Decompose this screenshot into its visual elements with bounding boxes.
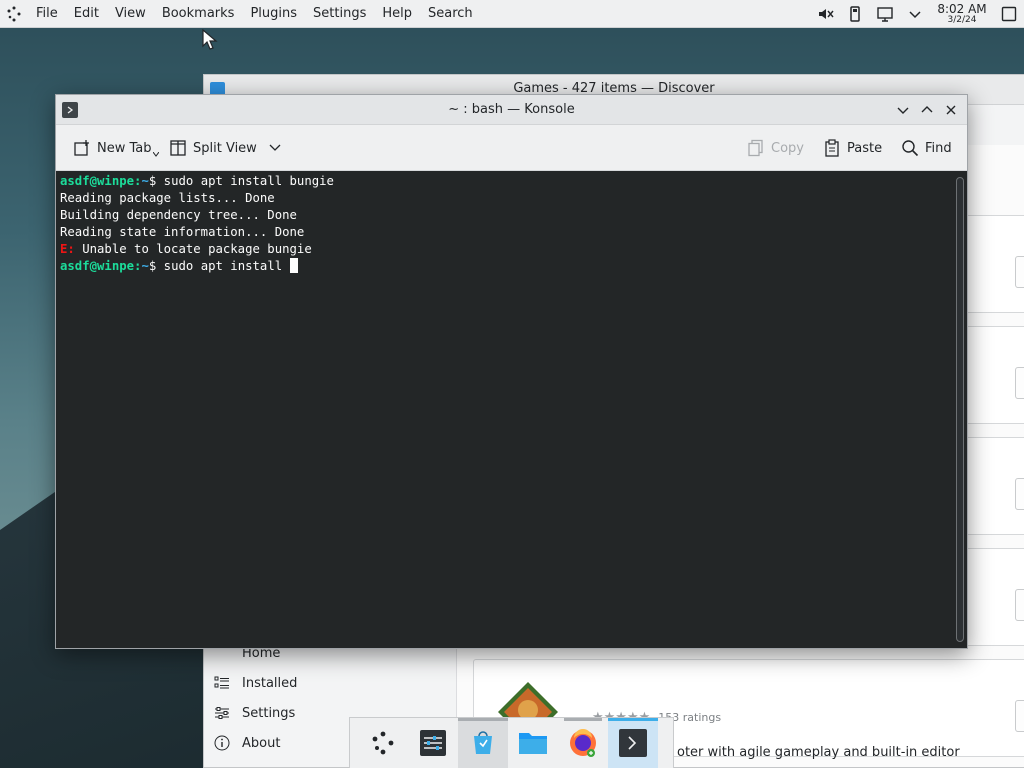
paste-label: Paste — [847, 140, 883, 156]
close-button[interactable] — [939, 98, 963, 122]
konsole-dock-icon[interactable] — [608, 718, 658, 768]
running-indicator — [458, 718, 508, 721]
usb-icon[interactable] — [840, 0, 870, 28]
new-tab-icon — [73, 139, 91, 157]
menu-edit[interactable]: Edit — [66, 0, 107, 28]
system-tray: 8:02 AM 3/2/24 — [810, 0, 1024, 28]
menu-file[interactable]: File — [28, 0, 66, 28]
copy-icon — [747, 139, 765, 157]
find-label: Find — [925, 140, 952, 156]
prompt-path: ~ — [141, 259, 149, 273]
top-panel: File Edit View Bookmarks Plugins Setting… — [0, 0, 1024, 28]
mouse-cursor-icon — [202, 29, 218, 50]
installed-list-icon — [212, 673, 232, 693]
settings-sliders-icon — [212, 703, 232, 723]
app-launcher-icon[interactable] — [0, 0, 28, 28]
search-icon — [901, 139, 919, 157]
show-desktop-icon[interactable] — [994, 0, 1024, 28]
dolphin-file-manager-icon[interactable] — [508, 718, 558, 768]
command-text: sudo apt install bungie — [163, 174, 334, 188]
menu-help[interactable]: Help — [374, 0, 420, 28]
clock-date: 3/2/24 — [947, 15, 977, 25]
paste-icon — [823, 139, 841, 157]
clock[interactable]: 8:02 AM 3/2/24 — [930, 3, 994, 25]
menu-view[interactable]: View — [107, 0, 154, 28]
sidebar-item-label: About — [242, 735, 281, 751]
menu-bookmarks[interactable]: Bookmarks — [154, 0, 243, 28]
chevron-down-icon[interactable] — [269, 144, 281, 152]
muted-speaker-icon[interactable] — [810, 0, 840, 28]
new-tab-dropdown-icon — [152, 151, 159, 157]
copy-button[interactable]: Copy — [747, 134, 804, 162]
chevron-down-icon[interactable] — [900, 0, 930, 28]
text-cursor — [289, 258, 298, 273]
split-view-label: Split View — [193, 140, 257, 156]
install-button[interactable] — [1015, 256, 1024, 288]
konsole-titlebar[interactable]: ~ : bash — Konsole — [56, 95, 967, 125]
error-prefix: E: — [60, 242, 75, 256]
find-button[interactable]: Find — [901, 134, 952, 162]
prompt-dollar: $ — [148, 259, 164, 273]
terminal-line: Reading package lists... Done — [60, 191, 275, 205]
terminal-output[interactable]: asdf@winpe:~$ sudo apt install bungie Re… — [56, 171, 967, 648]
app-launcher-dock-icon[interactable] — [358, 718, 408, 768]
window-title: ~ : bash — Konsole — [448, 102, 575, 117]
split-view-button[interactable]: Split View — [169, 134, 281, 162]
install-button[interactable] — [1015, 367, 1024, 399]
menu-plugins[interactable]: Plugins — [242, 0, 305, 28]
clock-time: 8:02 AM — [937, 2, 987, 16]
terminal-line: Building dependency tree... Done — [60, 208, 297, 222]
error-message: Unable to locate package bungie — [74, 242, 312, 256]
menu-search[interactable]: Search — [420, 0, 481, 28]
maximize-button[interactable] — [915, 98, 939, 122]
konsole-toolbar: New Tab Split View Copy Paste Find — [56, 125, 967, 171]
copy-label: Copy — [771, 140, 804, 156]
terminal-error-line: E: Unable to locate package bungie — [60, 241, 967, 258]
prompt-user-host: asdf@winpe — [60, 259, 135, 273]
paste-button[interactable]: Paste — [823, 134, 882, 162]
minimize-button[interactable] — [891, 98, 915, 122]
terminal-scrollbar[interactable] — [956, 177, 964, 642]
new-tab-button[interactable]: New Tab — [73, 134, 159, 162]
sidebar-item-installed[interactable]: Installed — [212, 668, 297, 698]
prompt-dollar: $ — [148, 174, 164, 188]
terminal-line: asdf@winpe:~$ sudo apt install bungie — [60, 173, 967, 190]
prompt-user-host: asdf@winpe — [60, 174, 135, 188]
sidebar-item-settings[interactable]: Settings — [212, 698, 295, 728]
split-view-icon — [169, 139, 187, 157]
prompt-path: ~ — [141, 174, 149, 188]
sidebar-item-about[interactable]: About — [212, 728, 280, 758]
sidebar-item-label: Settings — [242, 705, 296, 721]
discover-dock-icon[interactable] — [458, 718, 508, 768]
active-indicator — [608, 718, 658, 721]
install-button[interactable] — [1015, 589, 1024, 621]
firefox-icon[interactable] — [558, 718, 608, 768]
window-buttons — [891, 95, 963, 125]
info-icon — [212, 733, 232, 753]
install-button[interactable] — [1015, 700, 1024, 732]
new-tab-label: New Tab — [97, 140, 152, 156]
terminal-line: asdf@winpe:~$ sudo apt install — [60, 258, 967, 275]
command-text: sudo apt install — [163, 259, 290, 273]
terminal-line: Reading state information... Done — [60, 225, 305, 239]
sidebar-item-label: Installed — [242, 675, 298, 691]
network-icon[interactable] — [870, 0, 900, 28]
install-button[interactable] — [1015, 478, 1024, 510]
menu-settings[interactable]: Settings — [305, 0, 374, 28]
taskbar-dock — [349, 717, 674, 768]
running-indicator — [564, 718, 602, 721]
system-settings-icon[interactable] — [408, 718, 458, 768]
konsole-window[interactable]: ~ : bash — Konsole New Tab Split View Co… — [55, 94, 968, 649]
app-description: oter with agile gameplay and built-in ed… — [677, 745, 960, 760]
